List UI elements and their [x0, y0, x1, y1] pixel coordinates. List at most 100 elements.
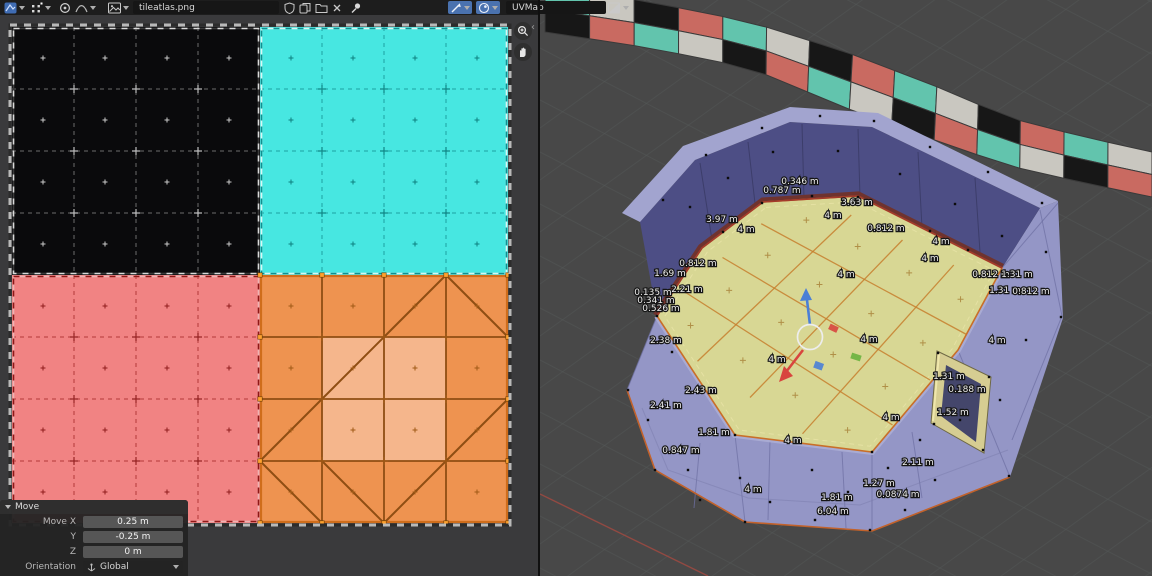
move-z-label: Z	[0, 547, 83, 557]
chevron-down-icon	[464, 6, 470, 10]
measurement-label: 4 m	[882, 413, 899, 423]
vertex-select-icon	[31, 2, 43, 14]
measurement-label: 1.81 m	[698, 428, 730, 438]
chevron-down-icon	[623, 6, 629, 10]
pin-button[interactable]	[348, 1, 364, 14]
pan-button[interactable]	[514, 43, 532, 61]
move-panel-title: Move	[15, 502, 39, 512]
measurement-label: 4 m	[768, 355, 785, 365]
falloff-curve-icon	[75, 2, 88, 14]
open-image-button[interactable]	[313, 1, 330, 14]
proportional-editing-toggle[interactable]	[57, 1, 73, 14]
uv-island-salmon[interactable]	[12, 275, 260, 523]
move-x-field[interactable]: 0.25 m	[83, 516, 183, 528]
measurement-label: 2.11 m	[902, 458, 934, 468]
chevron-down-icon	[19, 6, 25, 10]
3d-viewport[interactable]: 0.346 m0.787 m3.63 m3.97 m4 m4 m0.812 m4…	[540, 0, 1152, 576]
move-operator-panel: Move Move X 0.25 m Y -0.25 m Z 0 m Orien…	[0, 500, 188, 576]
uv-island-black[interactable]	[12, 27, 260, 275]
measurement-label: 3.97 m	[706, 215, 738, 225]
close-icon	[332, 3, 342, 13]
unlink-image-button[interactable]	[330, 1, 344, 14]
image-icon	[108, 2, 121, 14]
pin-icon	[350, 2, 362, 14]
measurement-label: 0.812 m	[867, 224, 904, 234]
magnifier-plus-icon	[517, 25, 529, 37]
sphere-falloff-icon	[478, 2, 490, 14]
measurement-label: 4 m	[744, 485, 761, 495]
measurement-label: 4 m	[824, 211, 841, 221]
measurement-label: 1.81 m	[821, 493, 853, 503]
move-panel-header[interactable]: Move	[0, 500, 188, 514]
panel-expand-icon	[5, 505, 11, 509]
measurement-label: 1.27 m	[863, 479, 895, 489]
zoom-button[interactable]	[514, 22, 532, 40]
measurement-label: 4 m	[921, 254, 938, 264]
measurement-label: 4 m	[932, 237, 949, 247]
measurement-label: 4 m	[837, 270, 854, 280]
new-image-button[interactable]	[297, 1, 313, 14]
shield-icon	[284, 2, 295, 14]
measurement-label: 1.31 m	[933, 372, 965, 382]
chevron-down-icon	[45, 6, 51, 10]
image-name: tileatlas.png	[139, 3, 195, 13]
measurement-label: 2.21 m	[671, 285, 703, 295]
proportional-edit-icon	[59, 2, 71, 14]
move-y-label: Y	[0, 532, 83, 542]
move-z-field[interactable]: 0 m	[83, 546, 183, 558]
chevron-down-icon	[123, 6, 129, 10]
folder-icon	[315, 2, 328, 14]
uv-editor-icon	[4, 2, 17, 14]
measurement-label: 0.812 m	[1012, 287, 1049, 297]
editor-type-button[interactable]	[2, 1, 27, 14]
measurement-label: 4 m	[784, 436, 801, 446]
proportional-falloff-button[interactable]	[73, 1, 98, 14]
measurement-label: 0.812 m	[679, 259, 716, 269]
snapping-toggle[interactable]	[448, 1, 472, 14]
orientation-axes-icon	[87, 563, 96, 572]
move-x-label: Move X	[0, 517, 83, 527]
measurement-label: 0.188 m	[948, 385, 985, 395]
uv-canvas[interactable]	[0, 0, 540, 576]
measurement-label: 3.63 m	[841, 198, 873, 208]
uv-island-orange[interactable]	[258, 273, 510, 525]
measurement-label: 0.847 m	[662, 446, 699, 456]
measurement-label: 6.04 m	[817, 507, 849, 517]
measurement-label: 2.43 m	[685, 386, 717, 396]
measurement-label: 1.52 m	[937, 408, 969, 418]
snap-icon	[450, 2, 462, 14]
measurement-label: 0.526 m	[642, 304, 679, 314]
hand-icon	[517, 46, 529, 58]
chevron-down-icon	[173, 565, 179, 569]
fake-user-button[interactable]	[282, 1, 297, 14]
display-channel-icon	[608, 2, 621, 14]
browse-image-button[interactable]	[106, 1, 131, 14]
sidebar-collapse-arrow[interactable]: ‹	[531, 22, 535, 33]
uvmap-field[interactable]: UVMap	[506, 1, 606, 14]
orientation-label: Orientation	[0, 562, 83, 572]
measurement-label: 1.69 m	[654, 269, 686, 279]
measurement-label: 0.0874 m	[876, 490, 919, 500]
measurement-label: 4 m	[737, 225, 754, 235]
orientation-dropdown[interactable]: Global	[83, 561, 183, 573]
display-channels-button[interactable]	[606, 1, 631, 14]
measurement-label: 4 m	[860, 335, 877, 345]
uv-editor-area[interactable]: tileatlas.png	[0, 0, 540, 576]
uv-island-cyan[interactable]	[260, 27, 508, 275]
editor-divider[interactable]	[538, 0, 540, 576]
move-y-field[interactable]: -0.25 m	[83, 531, 183, 543]
uv-selection-mode-button[interactable]	[29, 1, 53, 14]
chevron-down-icon	[492, 6, 498, 10]
image-name-field[interactable]: tileatlas.png	[133, 1, 279, 14]
measurement-label: 4 m	[988, 336, 1005, 346]
uv-editor-header: tileatlas.png	[0, 0, 540, 15]
measurement-label: 2.41 m	[650, 401, 682, 411]
chevron-down-icon	[90, 6, 96, 10]
measurement-label: 1.31 m	[1001, 270, 1033, 280]
orientation-value: Global	[100, 562, 129, 572]
measurement-label: 0.787 m	[763, 186, 800, 196]
duplicate-icon	[299, 2, 311, 14]
blender-window: tileatlas.png	[0, 0, 1152, 576]
proportional-sphere-button[interactable]	[476, 1, 500, 14]
3d-viewport-canvas[interactable]: 0.346 m0.787 m3.63 m3.97 m4 m4 m0.812 m4…	[540, 0, 1152, 576]
